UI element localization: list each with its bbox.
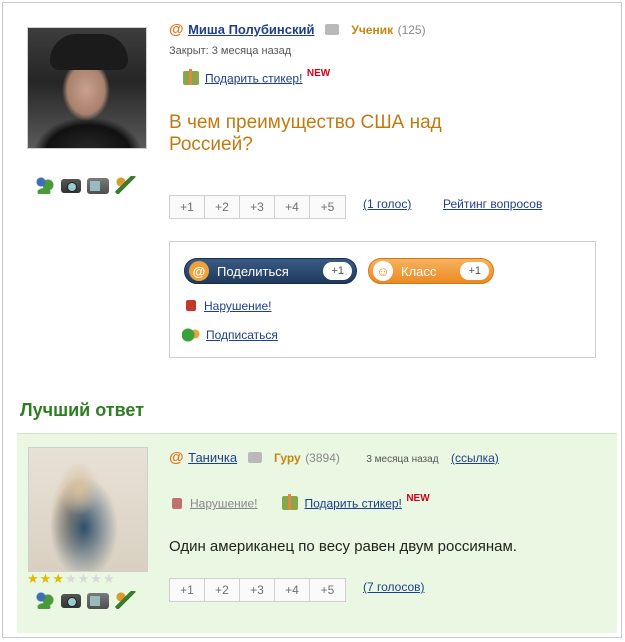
- subscribe-link[interactable]: Подписаться: [206, 328, 278, 342]
- violation-icon: [186, 300, 196, 312]
- answer-actions-row: Нарушение! Подарить стикер! NEW: [172, 493, 430, 512]
- question-title: В чем преимущество США над Россией?: [169, 112, 442, 155]
- answer-vote-count-link[interactable]: (7 голосов): [363, 580, 425, 594]
- answer-gift-sticker-link[interactable]: Подарить стикер!: [304, 496, 401, 510]
- answer-author-points: (3894): [305, 451, 340, 465]
- answer-author-stars: ★ ★ ★ ★ ★ ★ ★: [27, 571, 115, 587]
- vote-plus2-button[interactable]: +2: [205, 196, 240, 218]
- star-icon: ★: [27, 571, 39, 586]
- friends-icon[interactable]: [33, 591, 55, 609]
- video-icon[interactable]: [87, 178, 109, 194]
- best-answer-block: ★ ★ ★ ★ ★ ★ ★ @ Таничка Гуру (3894) 3 ме…: [17, 433, 617, 633]
- vote-plus3-button[interactable]: +3: [240, 579, 275, 601]
- subscribe-icon: [182, 327, 200, 342]
- question-author-link[interactable]: Миша Полубинский: [188, 22, 314, 37]
- question-author-icons: [33, 176, 137, 194]
- vote-plus4-button[interactable]: +4: [275, 196, 310, 218]
- answer-author-link[interactable]: Таничка: [188, 450, 237, 465]
- violation-icon: [172, 497, 182, 509]
- question-author-points: (125): [397, 23, 426, 37]
- new-badge: NEW: [406, 493, 430, 504]
- draw-icon[interactable]: [115, 176, 137, 194]
- best-answer-heading: Лучший ответ: [20, 400, 145, 420]
- video-icon[interactable]: [87, 593, 109, 609]
- gift-icon: [282, 494, 299, 511]
- share-box: @ Поделиться +1 ☺ Класс +1 Нарушение! По…: [169, 241, 596, 358]
- answer-author-icons: [33, 591, 137, 609]
- question-author-line: @ Миша Полубинский Ученик (125): [169, 21, 426, 39]
- vote-plus1-button[interactable]: +1: [170, 579, 205, 601]
- answer-text: Один американец по весу равен двум росси…: [169, 538, 517, 555]
- answer-vote-buttons: +1 +2 +3 +4 +5: [169, 578, 346, 602]
- rating-questions-link[interactable]: Рейтинг вопросов: [443, 197, 542, 211]
- gift-sticker-link[interactable]: Подарить стикер!: [205, 71, 302, 85]
- vote-plus5-button[interactable]: +5: [310, 196, 345, 218]
- camera-icon[interactable]: [61, 594, 81, 608]
- gift-icon: [183, 69, 199, 86]
- at-icon: @: [189, 261, 209, 281]
- answer-permalink[interactable]: (ссылка): [451, 451, 499, 465]
- camera-icon[interactable]: [61, 179, 81, 193]
- question-vote-buttons: +1 +2 +3 +4 +5: [169, 195, 346, 219]
- vote-plus1-button[interactable]: +1: [170, 196, 205, 218]
- question-vote-count-link[interactable]: (1 голос): [363, 197, 411, 211]
- new-badge: NEW: [306, 68, 331, 79]
- at-icon: @: [169, 449, 184, 466]
- answer-author-avatar[interactable]: [28, 447, 148, 572]
- at-icon: @: [169, 21, 184, 38]
- friends-icon[interactable]: [33, 176, 55, 194]
- violation-row: Нарушение!: [186, 297, 272, 315]
- share-button[interactable]: @ Поделиться +1: [184, 258, 357, 284]
- share-label: Поделиться: [217, 263, 289, 279]
- question-author-avatar[interactable]: [27, 27, 147, 149]
- answer-time: 3 месяца назад: [366, 454, 439, 465]
- class-label: Класс: [401, 263, 437, 279]
- star-icon: ★: [39, 571, 52, 586]
- question-gift-row: Подарить стикер! NEW: [183, 68, 330, 87]
- share-count: +1: [323, 262, 352, 280]
- answer-author-line: @ Таничка Гуру (3894) 3 месяца назад (сс…: [169, 449, 499, 467]
- vote-plus2-button[interactable]: +2: [205, 579, 240, 601]
- star-icon: ★: [77, 571, 90, 586]
- vote-plus4-button[interactable]: +4: [275, 579, 310, 601]
- star-icon: ★: [90, 571, 102, 586]
- question-closed-status: Закрыт: 3 месяца назад: [169, 45, 292, 57]
- answer-author-rank: Гуру: [274, 451, 301, 465]
- odnoklassniki-icon: ☺: [373, 261, 393, 281]
- star-icon: ★: [102, 571, 115, 586]
- draw-icon[interactable]: [115, 591, 137, 609]
- class-button[interactable]: ☺ Класс +1: [368, 258, 494, 284]
- answer-violation-link[interactable]: Нарушение!: [190, 496, 258, 510]
- message-icon[interactable]: [247, 452, 262, 464]
- message-icon[interactable]: [324, 24, 339, 36]
- question-author-rank: Ученик: [351, 23, 394, 37]
- violation-link[interactable]: Нарушение!: [204, 299, 272, 313]
- class-count: +1: [460, 262, 489, 280]
- star-icon: ★: [64, 571, 77, 586]
- subscribe-row: Подписаться: [182, 326, 278, 344]
- star-icon: ★: [52, 571, 64, 586]
- vote-plus3-button[interactable]: +3: [240, 196, 275, 218]
- vote-plus5-button[interactable]: +5: [310, 579, 345, 601]
